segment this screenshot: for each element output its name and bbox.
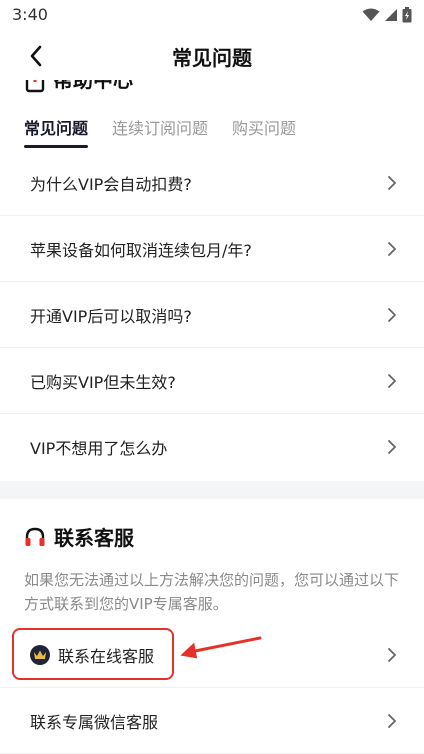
faq-item-label: 苹果设备如何取消连续包月/年? xyxy=(30,240,252,260)
nav-bar: 常见问题 xyxy=(0,30,424,80)
chevron-right-icon xyxy=(388,373,396,388)
battery-icon xyxy=(402,7,412,23)
chevron-right-icon xyxy=(388,175,396,190)
wechat-service-label: 联系专属微信客服 xyxy=(30,712,159,732)
headset-icon xyxy=(25,527,45,546)
faq-list: 为什么VIP会自动扣费? 苹果设备如何取消连续包月/年? 开通VIP后可以取消吗… xyxy=(0,150,424,480)
faq-item[interactable]: 为什么VIP会自动扣费? xyxy=(0,150,424,216)
wifi-icon xyxy=(362,8,380,21)
faq-item-label: VIP不想用了怎么办 xyxy=(30,439,168,458)
faq-item-label: 开通VIP后可以取消吗? xyxy=(30,306,192,326)
contact-title: 联系客服 xyxy=(54,526,134,550)
tab-purchase-questions[interactable]: 购买问题 xyxy=(232,118,296,148)
contact-description: 如果您无法通过以上方法解决您的问题，您可以通过以下方式联系到您的VIP专属客服。 xyxy=(24,571,400,613)
wechat-service-button[interactable]: 联系专属微信客服 xyxy=(0,688,424,754)
signal-icon xyxy=(385,9,397,21)
faq-item[interactable]: 已购买VIP但未生效? xyxy=(0,348,424,414)
chevron-right-icon xyxy=(388,241,396,256)
help-center-header: 帮助中心 xyxy=(0,80,424,94)
status-time: 3:40 xyxy=(12,5,48,24)
tab-common-questions[interactable]: 常见问题 xyxy=(24,118,89,148)
faq-item-label: 已购买VIP但未生效? xyxy=(30,372,176,392)
annotation-arrow-icon xyxy=(180,636,262,659)
status-icons xyxy=(362,6,412,24)
help-center-title: 帮助中心 xyxy=(53,80,133,92)
chevron-right-icon xyxy=(388,440,396,454)
faq-item[interactable]: 苹果设备如何取消连续包月/年? xyxy=(0,216,424,282)
chevron-right-icon xyxy=(388,647,396,662)
faq-item-label: 为什么VIP会自动扣费? xyxy=(30,174,192,194)
page-title: 常见问题 xyxy=(172,46,252,70)
status-bar: 3:40 xyxy=(0,0,424,30)
chevron-right-icon xyxy=(388,307,396,322)
annotation-highlight-box xyxy=(12,628,174,680)
tab-subscription-questions[interactable]: 连续订阅问题 xyxy=(112,118,208,148)
section-divider xyxy=(0,481,424,499)
faq-tabs: 常见问题 连续订阅问题 购买问题 xyxy=(24,118,296,148)
help-book-icon xyxy=(25,80,45,92)
chevron-right-icon xyxy=(388,713,396,728)
faq-item[interactable]: 开通VIP后可以取消吗? xyxy=(0,282,424,348)
faq-item[interactable]: VIP不想用了怎么办 xyxy=(0,414,424,480)
contact-header: 联系客服 xyxy=(24,522,134,551)
